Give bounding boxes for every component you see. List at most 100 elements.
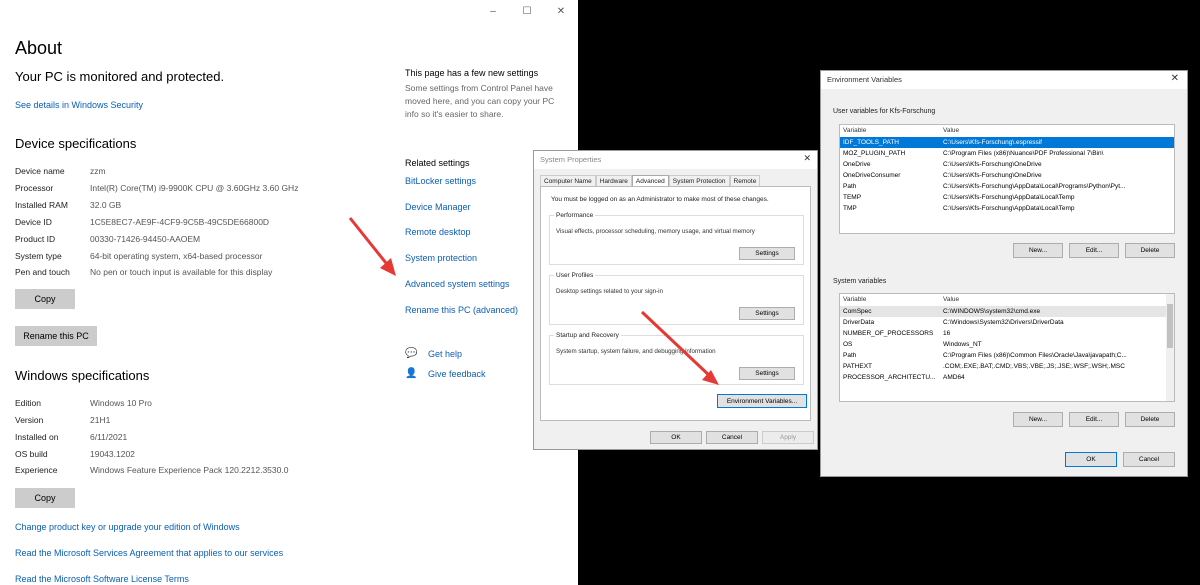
environment-variables-button[interactable]: Environment Variables... xyxy=(717,394,807,408)
spec-value: 1C5E8EC7-AE9F-4CF9-9C5B-49C5DE66800D xyxy=(90,217,270,227)
list-header: Variable Value xyxy=(840,125,1174,137)
var-name: TMP xyxy=(843,205,857,212)
minimize-button[interactable]: – xyxy=(476,4,510,20)
list-item[interactable]: Path C:\Users\Kfs-Forschung\AppData\Local… xyxy=(840,181,1174,192)
rename-pc-button[interactable]: Rename this PC xyxy=(15,326,97,346)
spec-key: Pen and touch xyxy=(15,267,70,277)
maximize-button[interactable]: ☐ xyxy=(510,4,544,20)
get-help-link[interactable]: Get help xyxy=(428,349,462,359)
list-item[interactable]: TMP C:\Users\Kfs-Forschung\AppData\Local\… xyxy=(840,203,1174,214)
device-manager-link[interactable]: Device Manager xyxy=(405,202,471,212)
list-item[interactable]: ComSpec C:\WINDOWS\system32\cmd.exe xyxy=(840,306,1174,317)
list-item[interactable]: PATHEXT .COM;.EXE;.BAT;.CMD;.VBS;.VBE;.JS… xyxy=(840,361,1174,372)
startup-recovery-group: Startup and Recovery System startup, sys… xyxy=(549,332,804,385)
var-name: MOZ_PLUGIN_PATH xyxy=(843,150,906,157)
environment-variables-dialog: Environment Variables ✕ User variables f… xyxy=(820,70,1188,477)
system-new-button[interactable]: New... xyxy=(1013,412,1063,427)
advanced-tab-panel: You must be logged on as an Administrato… xyxy=(540,186,811,421)
spec-value: 00330-71426-94450-AAOEM xyxy=(90,234,201,244)
window-controls: – ☐ ✕ xyxy=(476,4,578,20)
close-icon[interactable]: ✕ xyxy=(1171,73,1179,84)
var-value: Windows_NT xyxy=(943,341,982,348)
system-properties-dialog: System Properties ✕ Computer Name Hardwa… xyxy=(533,150,818,450)
list-item[interactable]: Path C:\Program Files (x86)\Common Files\… xyxy=(840,350,1174,361)
startup-recovery-settings-button[interactable]: Settings xyxy=(739,367,795,380)
remote-desktop-link[interactable]: Remote desktop xyxy=(405,227,471,237)
scrollbar-thumb[interactable] xyxy=(1167,304,1173,348)
var-name: DriverData xyxy=(843,319,875,326)
close-button[interactable]: ✕ xyxy=(544,4,578,20)
var-name: Path xyxy=(843,183,857,190)
list-item[interactable]: PROCESSOR_ARCHITECTU... AMD64 xyxy=(840,372,1174,383)
var-value: C:\Program Files (x86)\Nuance\PDF Profes… xyxy=(943,150,1104,157)
var-value: C:\Users\Kfs-Forschung\AppData\Local\Tem… xyxy=(943,205,1075,212)
list-item[interactable]: TEMP C:\Users\Kfs-Forschung\AppData\Local… xyxy=(840,192,1174,203)
close-icon[interactable]: ✕ xyxy=(803,153,811,164)
advanced-system-settings-link[interactable]: Advanced system settings xyxy=(405,279,510,289)
list-item[interactable]: IDF_TOOLS_PATH C:\Users\Kfs-Forschung\.es… xyxy=(840,137,1174,148)
var-name: ComSpec xyxy=(843,308,872,315)
copy-device-specs-button[interactable]: Copy xyxy=(15,289,75,309)
list-item[interactable]: DriverData C:\Windows\System32\Drivers\Dr… xyxy=(840,317,1174,328)
ok-button[interactable]: OK xyxy=(650,431,702,444)
col-variable[interactable]: Variable xyxy=(843,127,866,134)
var-name: IDF_TOOLS_PATH xyxy=(843,139,899,146)
system-delete-button[interactable]: Delete xyxy=(1125,412,1175,427)
rename-pc-advanced-link[interactable]: Rename this PC (advanced) xyxy=(405,305,518,315)
user-profiles-settings-button[interactable]: Settings xyxy=(739,307,795,320)
user-variables-list[interactable]: Variable Value IDF_TOOLS_PATH C:\Users\Kf… xyxy=(839,124,1175,234)
group-text: Desktop settings related to your sign-in xyxy=(556,288,663,295)
spec-value: Windows Feature Experience Pack 120.2212… xyxy=(90,465,289,475)
var-value: C:\Users\Kfs-Forschung\AppData\Local\Tem… xyxy=(943,194,1075,201)
services-agreement-link[interactable]: Read the Microsoft Services Agreement th… xyxy=(15,548,283,558)
user-edit-button[interactable]: Edit... xyxy=(1069,243,1119,258)
system-list-scrollbar[interactable] xyxy=(1166,294,1174,401)
license-terms-link[interactable]: Read the Microsoft Software License Term… xyxy=(15,574,189,584)
spec-value: 64-bit operating system, x64-based proce… xyxy=(90,251,263,261)
var-value: C:\Program Files (x86)\Common Files\Orac… xyxy=(943,352,1127,359)
apply-button[interactable]: Apply xyxy=(762,431,814,444)
var-name: OneDriveConsumer xyxy=(843,172,901,179)
var-name: PATHEXT xyxy=(843,363,873,370)
list-header: Variable Value xyxy=(840,294,1174,306)
list-item[interactable]: NUMBER_OF_PROCESSORS 16 xyxy=(840,328,1174,339)
group-label: Performance xyxy=(554,212,596,219)
var-name: Path xyxy=(843,352,857,359)
var-value: 16 xyxy=(943,330,951,337)
windows-specs-heading: Windows specifications xyxy=(15,368,150,383)
var-name: NUMBER_OF_PROCESSORS xyxy=(843,330,934,337)
get-help-row[interactable]: 💬 Get help xyxy=(405,348,462,360)
give-feedback-row[interactable]: 👤 Give feedback xyxy=(405,368,486,380)
cancel-button[interactable]: Cancel xyxy=(706,431,758,444)
list-item[interactable]: OneDrive C:\Users\Kfs-Forschung\OneDrive xyxy=(840,159,1174,170)
col-value[interactable]: Value xyxy=(943,296,959,303)
bitlocker-settings-link[interactable]: BitLocker settings xyxy=(405,176,476,186)
spec-key: Product ID xyxy=(15,234,56,244)
ok-button[interactable]: OK xyxy=(1065,452,1117,467)
system-edit-button[interactable]: Edit... xyxy=(1069,412,1119,427)
spec-value: 6/11/2021 xyxy=(90,432,128,442)
protection-status: Your PC is monitored and protected. xyxy=(15,69,225,84)
col-variable[interactable]: Variable xyxy=(843,296,866,303)
copy-windows-specs-button[interactable]: Copy xyxy=(15,488,75,508)
help-chat-icon: 💬 xyxy=(405,348,418,359)
user-delete-button[interactable]: Delete xyxy=(1125,243,1175,258)
spec-value: 21H1 xyxy=(90,415,111,425)
change-product-key-link[interactable]: Change product key or upgrade your editi… xyxy=(15,522,240,532)
user-new-button[interactable]: New... xyxy=(1013,243,1063,258)
list-item[interactable]: MOZ_PLUGIN_PATH C:\Program Files (x86)\Nu… xyxy=(840,148,1174,159)
system-protection-link[interactable]: System protection xyxy=(405,253,477,263)
cancel-button[interactable]: Cancel xyxy=(1123,452,1175,467)
give-feedback-link[interactable]: Give feedback xyxy=(428,369,486,379)
system-variables-list[interactable]: Variable Value ComSpec C:\WINDOWS\system3… xyxy=(839,293,1175,402)
security-link[interactable]: See details in Windows Security xyxy=(15,100,143,110)
list-item[interactable]: OS Windows_NT xyxy=(840,339,1174,350)
spec-key: Version xyxy=(15,415,44,425)
spec-key: Edition xyxy=(15,398,41,408)
spec-value: Intel(R) Core(TM) i9-9900K CPU @ 3.60GHz… xyxy=(90,183,299,193)
list-item[interactable]: OneDriveConsumer C:\Users\Kfs-Forschung\O… xyxy=(840,170,1174,181)
performance-settings-button[interactable]: Settings xyxy=(739,247,795,260)
desktop: – ☐ ✕ About Your PC is monitored and pro… xyxy=(0,0,1200,585)
spec-key: Processor xyxy=(15,183,54,193)
col-value[interactable]: Value xyxy=(943,127,959,134)
